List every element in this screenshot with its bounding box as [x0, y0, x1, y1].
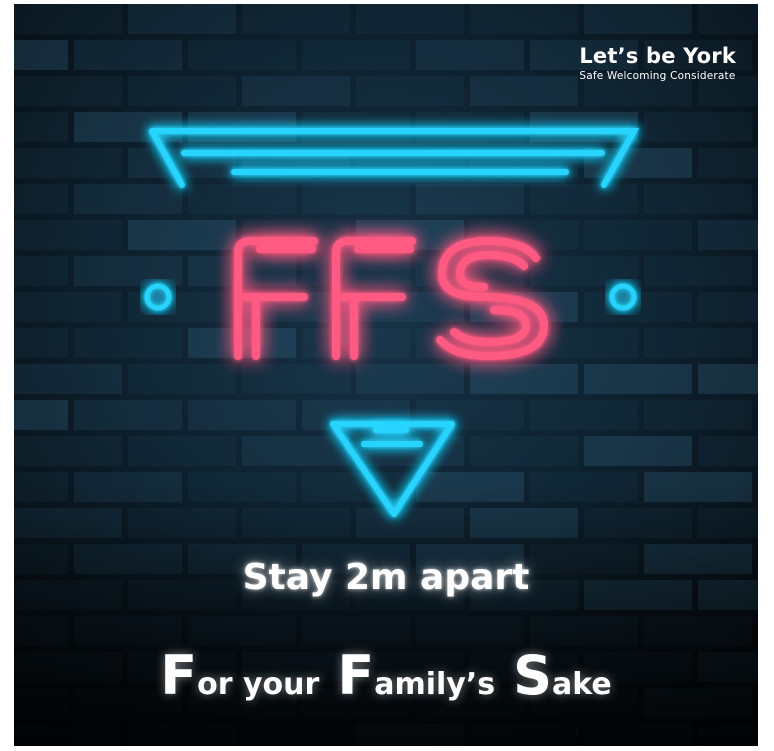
neon-bottom-triangle	[330, 421, 455, 517]
neon-letter-f-1	[234, 237, 318, 360]
neon-top-bar	[149, 128, 640, 188]
neon-ffs-letters	[234, 237, 548, 360]
ffs-expansion: For your Family’s Sake	[14, 644, 758, 707]
neon-left-ring-icon	[144, 283, 172, 311]
word-for-your: For your	[160, 644, 320, 707]
neon-sign	[144, 128, 640, 517]
poster: Let’s be York Safe Welcoming Considerate	[14, 4, 758, 746]
word-sake: Sake	[513, 644, 612, 707]
word-familys: Family’s	[337, 644, 496, 707]
tagline: Stay 2m apart	[242, 557, 530, 598]
neon-letter-f-2	[332, 237, 416, 360]
neon-letter-s	[436, 237, 548, 360]
neon-right-ring-icon	[609, 283, 637, 311]
